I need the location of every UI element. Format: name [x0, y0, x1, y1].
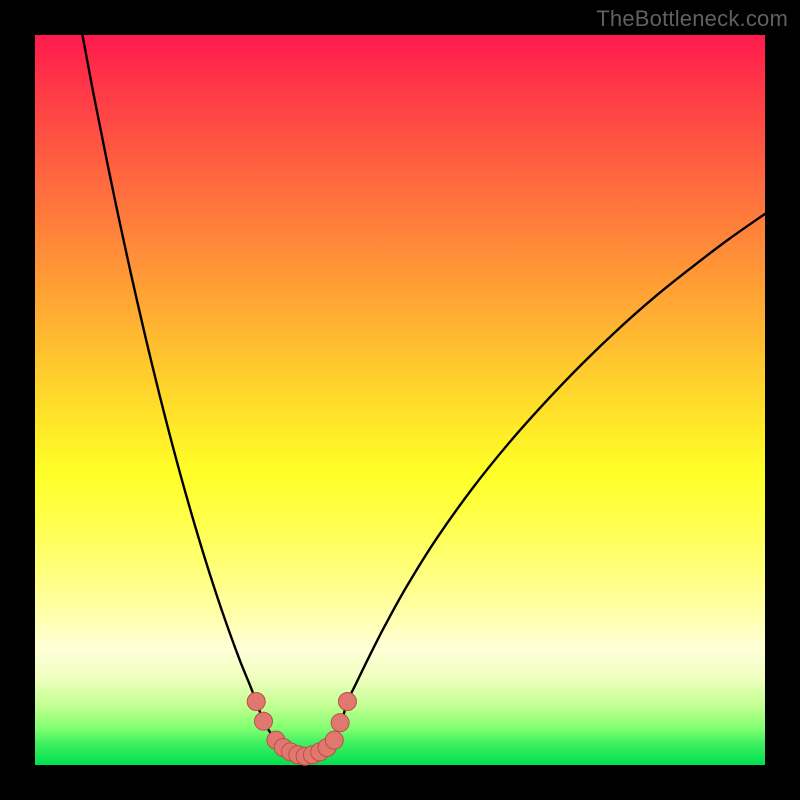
curve-marker — [338, 692, 356, 710]
plot-area — [35, 35, 765, 765]
watermark-text: TheBottleneck.com — [596, 6, 788, 32]
chart-frame: TheBottleneck.com — [0, 0, 800, 800]
curve-marker — [254, 712, 272, 730]
curve-marker — [325, 731, 343, 749]
curve-marker — [331, 714, 349, 732]
curve-markers — [247, 692, 356, 765]
bottleneck-curve — [82, 35, 765, 756]
chart-svg — [35, 35, 765, 765]
curve-marker — [247, 692, 265, 710]
